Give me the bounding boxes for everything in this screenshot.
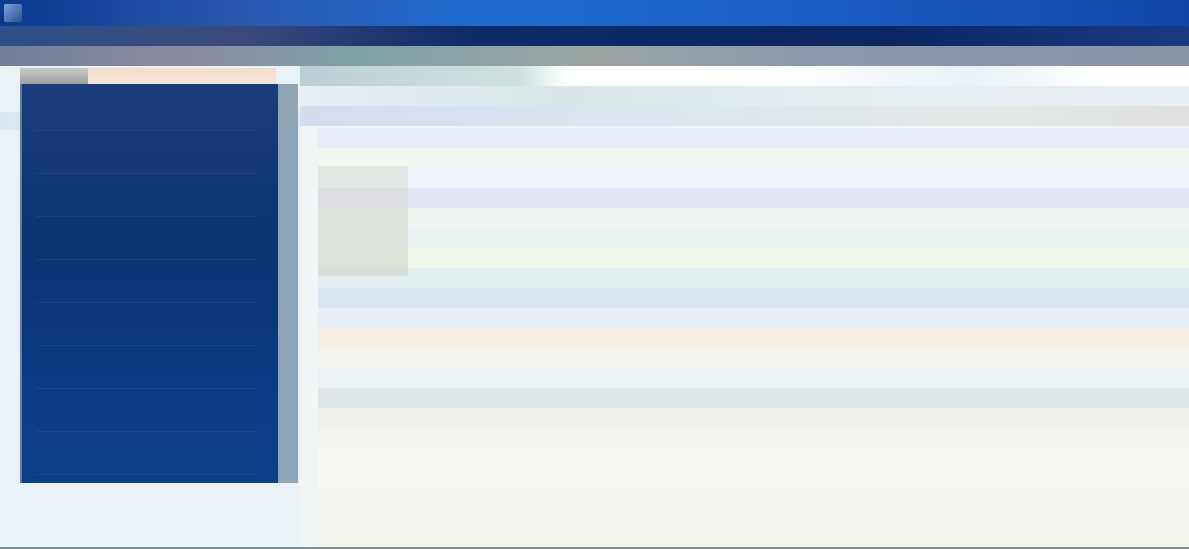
list-item[interactable] bbox=[318, 528, 1189, 548]
sidebar-item[interactable] bbox=[36, 176, 256, 217]
list-item[interactable] bbox=[318, 228, 1189, 248]
toolbar bbox=[0, 46, 1189, 66]
list-item[interactable] bbox=[318, 288, 1189, 308]
content-filter-bar[interactable] bbox=[300, 106, 1189, 126]
list-item[interactable] bbox=[318, 448, 1189, 468]
sidebar-item[interactable] bbox=[36, 219, 256, 260]
list-item[interactable] bbox=[318, 148, 1189, 168]
sidebar-item[interactable] bbox=[36, 262, 256, 303]
sidebar-item[interactable] bbox=[36, 391, 256, 432]
sidebar-item[interactable] bbox=[36, 348, 256, 389]
list-item[interactable] bbox=[318, 128, 1189, 148]
list-item[interactable] bbox=[318, 368, 1189, 388]
sidebar-scrollbar[interactable] bbox=[278, 84, 298, 483]
title-bar bbox=[0, 0, 1189, 26]
app-window bbox=[0, 0, 1189, 549]
content-subheader bbox=[300, 86, 1189, 106]
list-item[interactable] bbox=[318, 308, 1189, 328]
list-item[interactable] bbox=[318, 428, 1189, 448]
list-item[interactable] bbox=[318, 388, 1189, 408]
content-list bbox=[318, 128, 1189, 549]
list-item[interactable] bbox=[318, 348, 1189, 368]
content-header bbox=[300, 66, 1189, 86]
list-item[interactable] bbox=[318, 188, 1189, 208]
main-content bbox=[300, 66, 1189, 549]
list-item[interactable] bbox=[318, 208, 1189, 228]
app-icon bbox=[4, 4, 22, 22]
sidebar-item[interactable] bbox=[36, 133, 256, 174]
sidebar-item[interactable] bbox=[36, 90, 256, 131]
list-item[interactable] bbox=[318, 168, 1189, 188]
sidebar-item[interactable] bbox=[36, 305, 256, 346]
list-item[interactable] bbox=[318, 508, 1189, 528]
sidebar-item[interactable] bbox=[36, 434, 256, 475]
list-item[interactable] bbox=[318, 248, 1189, 268]
preview-thumbnail bbox=[318, 166, 408, 276]
list-item[interactable] bbox=[318, 328, 1189, 348]
list-item[interactable] bbox=[318, 408, 1189, 428]
list-item[interactable] bbox=[318, 468, 1189, 488]
sidebar bbox=[20, 84, 280, 483]
list-item[interactable] bbox=[318, 268, 1189, 288]
menu-bar bbox=[0, 26, 1189, 46]
list-item[interactable] bbox=[318, 488, 1189, 508]
